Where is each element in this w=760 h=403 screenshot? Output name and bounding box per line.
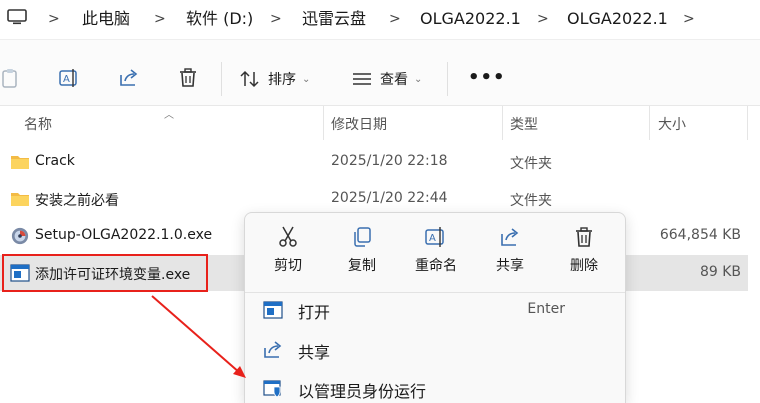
annotation-arrow xyxy=(151,295,246,378)
